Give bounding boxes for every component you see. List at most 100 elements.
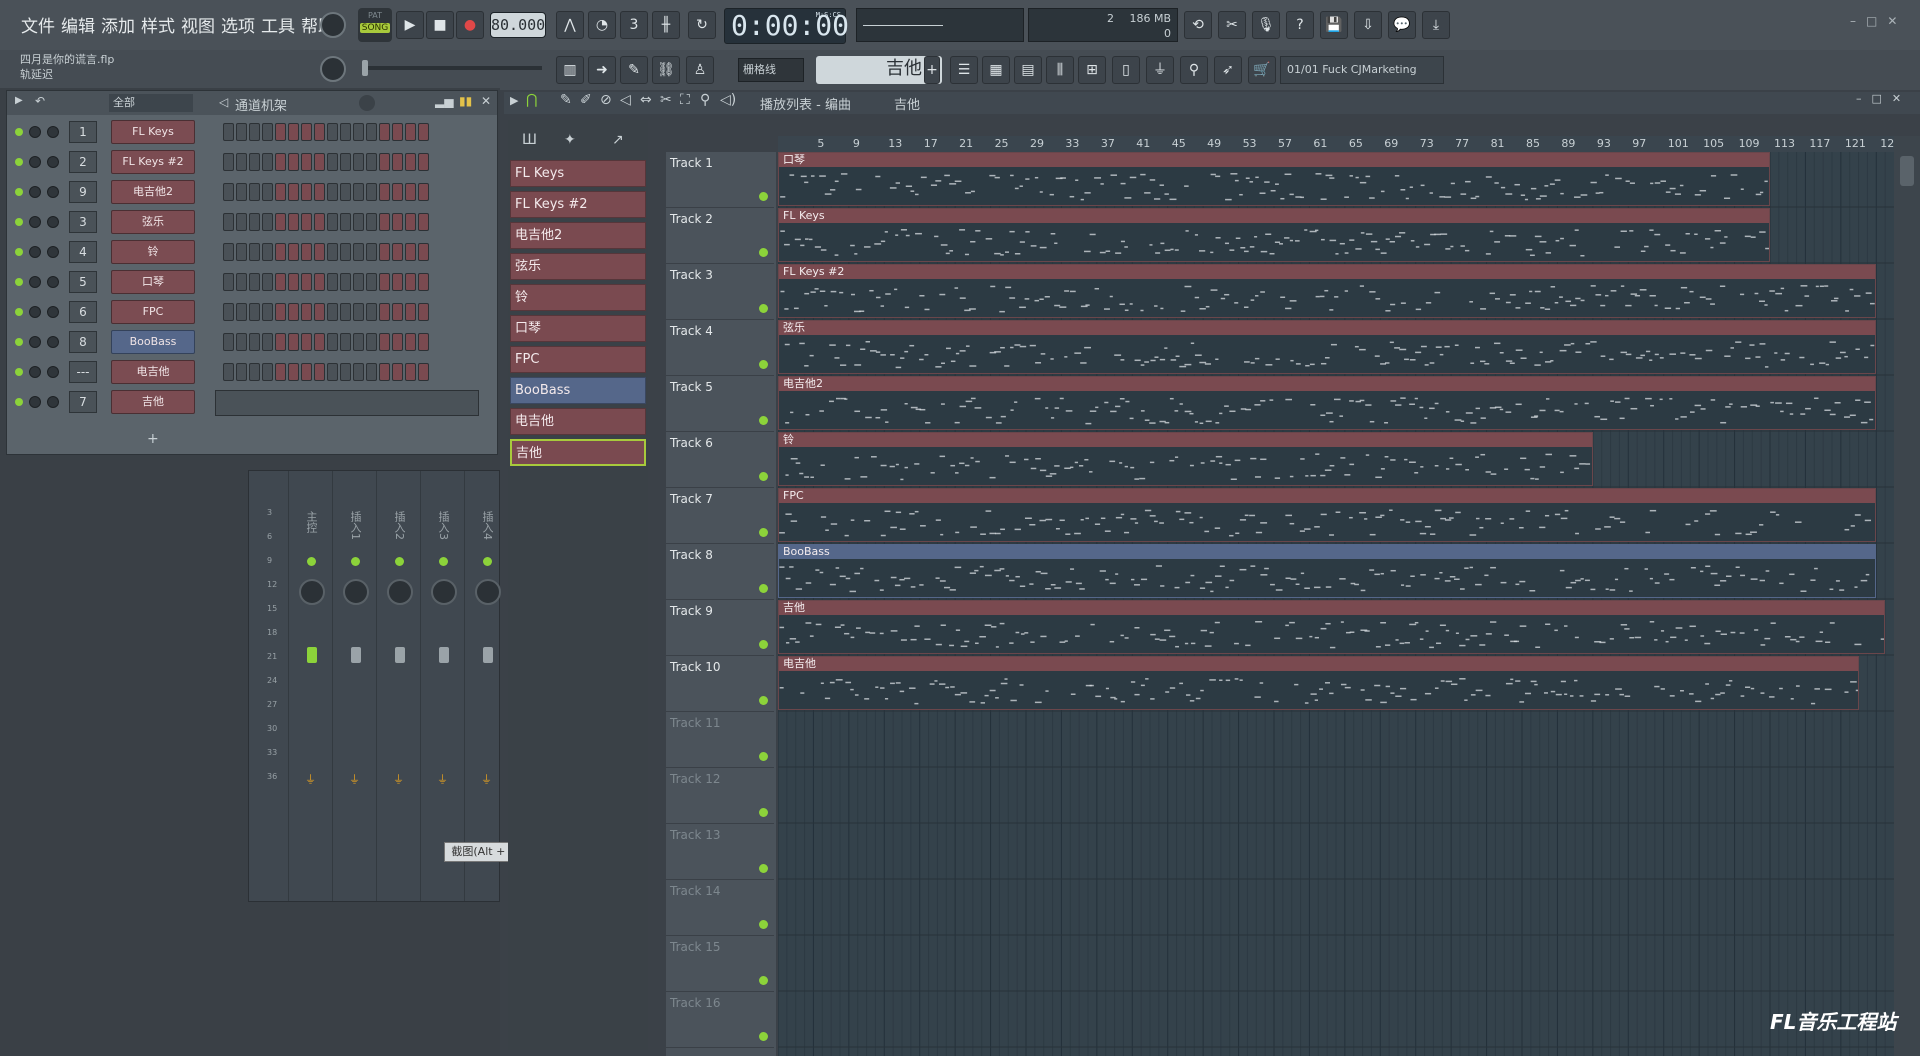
step-button[interactable]	[275, 153, 286, 171]
channel-volume-knob[interactable]	[47, 156, 59, 168]
step-button[interactable]	[392, 243, 403, 261]
master-volume-knob[interactable]	[320, 12, 346, 38]
step-button[interactable]	[366, 363, 377, 381]
step-button[interactable]	[262, 243, 273, 261]
step-button[interactable]	[340, 333, 351, 351]
menu-add[interactable]: 添加	[98, 8, 138, 41]
pencil-button[interactable]: ✎	[620, 56, 648, 84]
step-button[interactable]	[340, 183, 351, 201]
mixer-pan-knob[interactable]	[387, 579, 413, 605]
step-button[interactable]	[405, 273, 416, 291]
step-button[interactable]	[392, 363, 403, 381]
step-button[interactable]	[418, 123, 429, 141]
step-button[interactable]	[418, 153, 429, 171]
step-button[interactable]	[262, 183, 273, 201]
step-button[interactable]	[405, 243, 416, 261]
view-piano-roll-button[interactable]: ▦	[982, 56, 1010, 84]
track-mute-led[interactable]	[759, 864, 768, 873]
step-button[interactable]	[366, 123, 377, 141]
pattern-item[interactable]: FPC	[510, 346, 646, 373]
step-button[interactable]	[262, 363, 273, 381]
step-button[interactable]	[249, 153, 260, 171]
channel-volume-knob[interactable]	[47, 246, 59, 258]
mixer-fader[interactable]	[395, 647, 405, 663]
step-button[interactable]	[418, 213, 429, 231]
channel-mixer-track[interactable]: 1	[69, 121, 97, 143]
step-button[interactable]	[301, 273, 312, 291]
track-header[interactable]: Track 10	[666, 656, 774, 712]
pattern-item[interactable]: 口琴	[510, 315, 646, 342]
channel-mute-led[interactable]	[15, 278, 23, 286]
step-button[interactable]	[223, 153, 234, 171]
channel-pan-knob[interactable]	[29, 216, 41, 228]
channel-pan-knob[interactable]	[29, 156, 41, 168]
playlist-clip[interactable]: FL Keys #2	[778, 264, 1877, 318]
step-button[interactable]	[340, 363, 351, 381]
channel-pan-knob[interactable]	[29, 126, 41, 138]
step-button[interactable]	[353, 123, 364, 141]
step-button[interactable]	[353, 213, 364, 231]
step-button[interactable]	[392, 273, 403, 291]
record-button[interactable]: ●	[456, 11, 484, 39]
step-button[interactable]	[301, 153, 312, 171]
step-button[interactable]	[353, 273, 364, 291]
playlist-maximize-icon[interactable]: □	[1872, 92, 1892, 105]
step-button[interactable]	[301, 123, 312, 141]
mixer-fx-icon[interactable]: ⏚	[481, 771, 492, 787]
step-button[interactable]	[379, 303, 390, 321]
arrow-tool-button[interactable]: ➜	[588, 56, 616, 84]
channel-pan-knob[interactable]	[29, 186, 41, 198]
step-button[interactable]	[314, 153, 325, 171]
channel-name-button[interactable]: 口琴	[111, 270, 195, 294]
step-button[interactable]	[418, 273, 429, 291]
channel-mixer-track[interactable]: 8	[69, 331, 97, 353]
track-header[interactable]: Track 14	[666, 880, 774, 936]
tweak-button[interactable]: ➶	[1214, 56, 1242, 84]
step-button[interactable]	[327, 243, 338, 261]
channel-row[interactable]: 3 弦乐	[7, 209, 497, 235]
mixer-fx-icon[interactable]: ⏚	[349, 771, 360, 787]
step-button[interactable]	[405, 363, 416, 381]
step-button[interactable]	[262, 213, 273, 231]
step-button[interactable]	[262, 303, 273, 321]
playlist-clip[interactable]: FPC	[778, 488, 1877, 542]
track-mute-led[interactable]	[759, 1032, 768, 1041]
mixer-fx-icon[interactable]: ⏚	[393, 771, 404, 787]
track-mute-led[interactable]	[759, 360, 768, 369]
channel-pan-knob[interactable]	[29, 336, 41, 348]
track-mute-led[interactable]	[759, 976, 768, 985]
step-button[interactable]	[249, 243, 260, 261]
menu-view[interactable]: 视图	[178, 8, 218, 41]
step-button[interactable]	[379, 213, 390, 231]
pattern-item[interactable]: FL Keys #2	[510, 191, 646, 218]
graph-icon[interactable]: ▂▅	[435, 94, 453, 108]
playlist-clip[interactable]: 电吉他2	[778, 376, 1877, 430]
stamp-button[interactable]: ♙	[686, 56, 714, 84]
step-button[interactable]	[392, 183, 403, 201]
menu-edit[interactable]: 编辑	[58, 8, 98, 41]
track-header[interactable]: Track 6	[666, 432, 774, 488]
plugin-button[interactable]: ⏚	[1146, 56, 1174, 84]
step-button[interactable]	[327, 273, 338, 291]
channel-mixer-track[interactable]: ---	[69, 361, 97, 383]
loop-record-button[interactable]: ↻	[688, 11, 716, 39]
step-button[interactable]	[314, 273, 325, 291]
view-channel-rack-button[interactable]: ▤	[1014, 56, 1042, 84]
channel-mixer-track[interactable]: 7	[69, 391, 97, 413]
playlist-clip[interactable]: BooBass	[778, 544, 1877, 598]
pick-button[interactable]: ⚲	[1180, 56, 1208, 84]
step-button[interactable]	[301, 183, 312, 201]
step-button[interactable]	[405, 183, 416, 201]
rack-undo-icon[interactable]: ↶	[35, 94, 45, 108]
menu-tools[interactable]: 工具	[258, 8, 298, 41]
rack-close-icon[interactable]: ✕	[481, 94, 491, 108]
step-button[interactable]	[314, 363, 325, 381]
draw-tool-icon[interactable]: ✎	[560, 92, 572, 108]
step-button[interactable]	[366, 243, 377, 261]
step-button[interactable]	[314, 303, 325, 321]
step-button[interactable]	[236, 153, 247, 171]
step-button[interactable]	[223, 213, 234, 231]
step-button[interactable]	[288, 363, 299, 381]
track-header[interactable]: Track 5	[666, 376, 774, 432]
slice-tool-icon[interactable]: ✂	[660, 92, 672, 108]
